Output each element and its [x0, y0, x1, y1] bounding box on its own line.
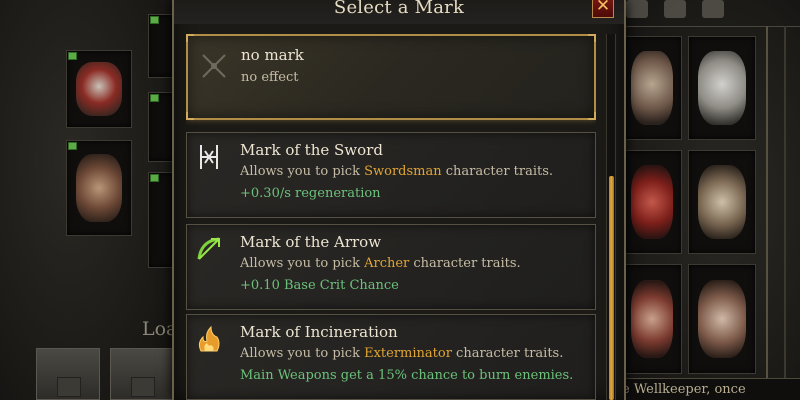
inventory-slot[interactable] — [148, 14, 174, 78]
loadout-slot[interactable] — [36, 348, 100, 400]
dialog-header: Select a Mark ✕ — [174, 0, 624, 24]
inventory-slot[interactable] — [66, 50, 132, 128]
tab-icon[interactable] — [702, 0, 724, 18]
trait-class-name: Exterminator — [364, 346, 452, 361]
trait-class-name: Archer — [364, 256, 410, 271]
mark-list-scrollbar[interactable] — [606, 34, 616, 400]
equipment-slot[interactable] — [688, 264, 756, 374]
equipment-tab-bar — [626, 0, 786, 20]
mark-description: Allows you to pick Exterminator characte… — [240, 346, 563, 361]
scrollbar-thumb[interactable] — [609, 176, 614, 400]
loadout-slot[interactable] — [110, 348, 174, 400]
selection-corner — [186, 112, 194, 120]
new-item-badge — [150, 94, 159, 102]
new-item-badge — [68, 142, 77, 150]
select-mark-dialog: Select a Mark ✕ no mark no effect Mark o… — [172, 0, 626, 400]
crossed-out-icon — [198, 50, 230, 82]
trait-class-name: Swordsman — [364, 164, 442, 179]
dialog-title: Select a Mark — [333, 0, 465, 18]
mark-name: Mark of Incineration — [240, 323, 398, 341]
equipment-slot[interactable] — [688, 36, 756, 140]
equipment-slot[interactable] — [622, 150, 682, 254]
selection-corner — [588, 112, 596, 120]
mark-bonus: +0.30/s regeneration — [240, 186, 381, 201]
mark-bonus: Main Weapons get a 15% chance to burn en… — [240, 368, 574, 383]
inventory-slot[interactable] — [148, 92, 174, 162]
gloves-item-icon — [631, 280, 673, 358]
equipment-slot[interactable] — [622, 264, 682, 374]
desc-text: Allows you to pick — [240, 346, 365, 361]
equipment-slot[interactable] — [688, 150, 756, 254]
desc-text: Allows you to pick — [240, 256, 365, 271]
helmet-item-icon — [75, 61, 123, 117]
new-item-badge — [150, 16, 159, 24]
mark-name: no mark — [241, 46, 304, 64]
close-button[interactable]: ✕ — [592, 0, 614, 18]
inventory-slot[interactable] — [148, 172, 174, 268]
desc-text: Allows you to pick — [240, 164, 365, 179]
boots-item-icon — [698, 165, 746, 239]
mark-name: Mark of the Sword — [240, 141, 383, 159]
plate-armor-icon — [698, 51, 746, 125]
gloves-item-icon — [698, 280, 746, 358]
flame-mark-icon — [193, 323, 225, 355]
mark-option-incineration[interactable]: Mark of Incineration Allows you to pick … — [186, 314, 596, 400]
mark-name: Mark of the Arrow — [240, 233, 382, 251]
new-item-badge — [68, 52, 77, 60]
desc-text: character traits. — [409, 256, 521, 271]
boots-item-icon — [631, 165, 673, 239]
panel-frame — [766, 26, 786, 384]
selection-corner — [588, 34, 596, 42]
new-item-badge — [150, 174, 159, 182]
mark-option-arrow[interactable]: Mark of the Arrow Allows you to pick Arc… — [186, 224, 596, 310]
mark-bonus: +0.10 Base Crit Chance — [240, 278, 399, 293]
cloth-armor-icon — [631, 51, 673, 125]
glove-item-icon — [75, 154, 123, 222]
mark-option-sword[interactable]: Mark of the Sword Allows you to pick Swo… — [186, 132, 596, 218]
desc-text: character traits. — [441, 164, 554, 179]
bow-mark-icon — [193, 233, 225, 265]
inventory-slot[interactable] — [66, 140, 132, 236]
mark-list: no mark no effect Mark of the Sword Allo… — [186, 34, 596, 400]
equipment-slot[interactable] — [622, 36, 682, 140]
tab-icon[interactable] — [664, 0, 686, 18]
mark-description: Allows you to pick Swordsman character t… — [240, 164, 553, 179]
mark-description: no effect — [241, 70, 299, 85]
sword-mark-icon — [193, 141, 225, 173]
desc-text: character traits. — [451, 346, 564, 361]
mark-option-no-mark[interactable]: no mark no effect — [186, 34, 596, 120]
mark-description: Allows you to pick Archer character trai… — [240, 256, 521, 271]
tab-icon[interactable] — [626, 0, 648, 18]
description-text: e Wellkeeper, once — [612, 378, 800, 400]
selection-corner — [186, 34, 194, 42]
